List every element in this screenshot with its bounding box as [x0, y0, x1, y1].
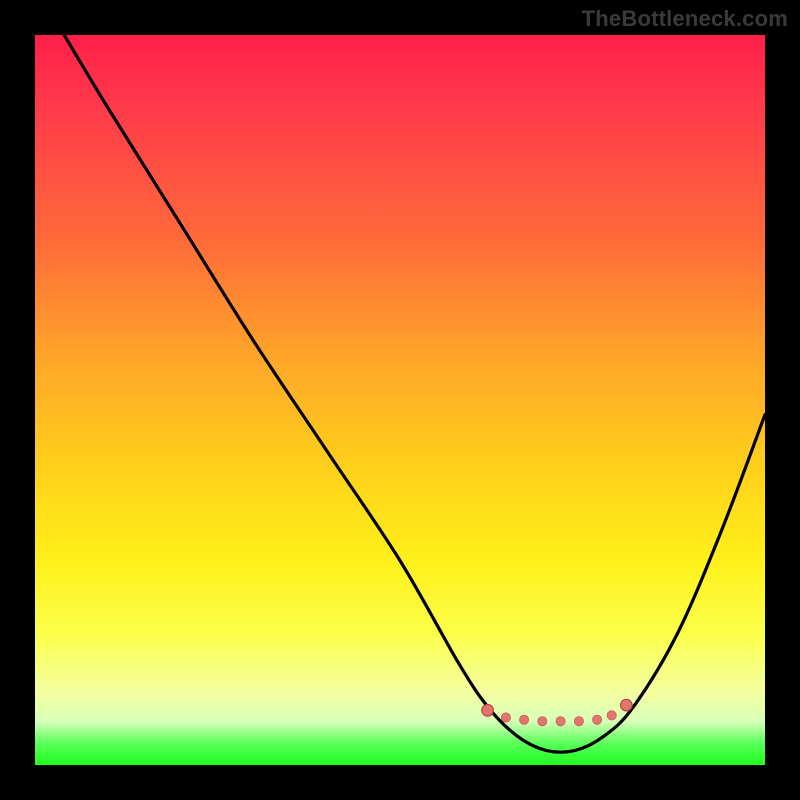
attribution-label: TheBottleneck.com — [582, 6, 788, 32]
chart-overlay — [35, 35, 765, 765]
highlight-dot — [593, 715, 602, 724]
highlight-dot-cluster — [482, 699, 632, 726]
highlight-dot — [574, 717, 583, 726]
highlight-dot — [538, 717, 547, 726]
highlight-dot — [482, 705, 494, 717]
plot-area — [35, 35, 765, 765]
highlight-dot — [607, 711, 616, 720]
bottleneck-curve — [64, 35, 765, 752]
highlight-dot — [621, 699, 633, 711]
chart-frame: TheBottleneck.com — [0, 0, 800, 800]
highlight-dot — [501, 713, 510, 722]
highlight-dot — [520, 715, 529, 724]
highlight-dot — [556, 717, 565, 726]
